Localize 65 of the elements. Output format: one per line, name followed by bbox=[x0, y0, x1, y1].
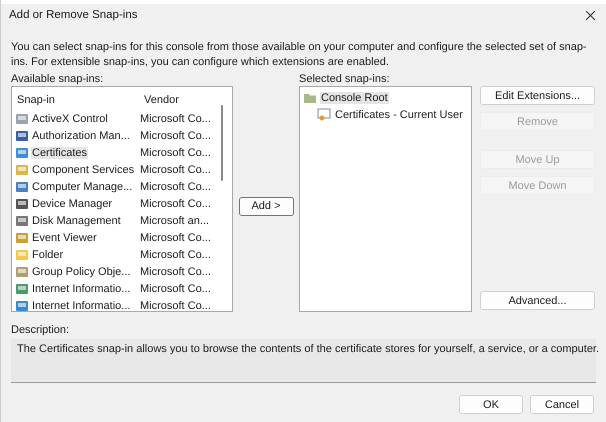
snap-in-name: Event Viewer bbox=[31, 232, 98, 244]
advanced-button[interactable]: Advanced... bbox=[480, 291, 595, 310]
side-button[interactable]: Edit Extensions... bbox=[480, 86, 595, 105]
vendor-cell-text: Microsoft Co... bbox=[140, 164, 212, 176]
snap-in-icon bbox=[15, 180, 29, 194]
snap-in-row[interactable]: Group Policy Obje... Microsoft Co... bbox=[15, 263, 232, 280]
snap-in-icon bbox=[15, 230, 29, 244]
snap-in-icon bbox=[15, 264, 29, 278]
vendor-cell-text: Microsoft Co... bbox=[140, 232, 212, 244]
snap-in-name: Internet Informatio... bbox=[31, 282, 132, 294]
snap-in-row[interactable]: Computer Manage... Microsoft Co... bbox=[15, 178, 232, 195]
vendor-cell-text: Microsoft Co... bbox=[140, 180, 212, 192]
vendor-cell-text: Microsoft Co... bbox=[140, 266, 212, 278]
snap-in-row[interactable]: ActiveX Control Microsoft Co... bbox=[15, 110, 232, 127]
snap-in-name: Group Policy Obje... bbox=[31, 266, 132, 278]
snap-in-row[interactable]: Device Manager Microsoft Co... bbox=[15, 195, 232, 212]
description-label: Description: bbox=[11, 323, 70, 337]
snap-in-row[interactable]: Authorization Man... Microsoft Co... bbox=[15, 127, 232, 144]
intro-text: You can select snap-ins for this console from those available on your computer and configure the selected set of snap-ins. For extensible snap-ins, you can configure which extensions are enabled. bbox=[11, 40, 588, 70]
snap-in-row[interactable]: Internet Informatio... Microsoft Co... bbox=[15, 297, 232, 311]
window-title: Add or Remove Snap-ins bbox=[9, 9, 138, 21]
snap-in-row[interactable]: Certificates Microsoft Co... bbox=[15, 144, 232, 161]
snap-in-row[interactable]: Internet Informatio... Microsoft Co... bbox=[15, 280, 232, 297]
column-header[interactable]: Vendor bbox=[142, 94, 224, 106]
close-icon[interactable] bbox=[585, 10, 596, 20]
snap-in-icon bbox=[15, 196, 29, 210]
ok-button[interactable]: OK bbox=[459, 395, 523, 414]
add-button[interactable]: Add > bbox=[238, 196, 294, 216]
snap-in-icon bbox=[15, 112, 29, 126]
snap-in-name: Internet Informatio... bbox=[31, 300, 132, 311]
snap-in-row[interactable]: Component Services Microsoft Co... bbox=[15, 161, 232, 178]
cancel-button[interactable]: Cancel bbox=[530, 395, 594, 414]
snap-in-name: Certificates bbox=[31, 146, 88, 158]
tree-item[interactable]: Certificates - Current User bbox=[334, 108, 464, 120]
column-header[interactable]: Snap-in bbox=[15, 94, 142, 106]
snap-in-row[interactable]: Event Viewer Microsoft Co... bbox=[15, 229, 232, 246]
description-text: The Certificates snap-in allows you to browse the contents of the certificate stores for yourself, a service, or a computer. bbox=[11, 339, 596, 383]
tree-item[interactable]: Console Root bbox=[320, 92, 389, 104]
snap-in-name: Folder bbox=[31, 248, 64, 260]
snap-in-name: Authorization Man... bbox=[31, 130, 131, 142]
snap-in-icon bbox=[15, 146, 29, 160]
available-label: Available snap-ins: bbox=[11, 72, 104, 86]
certificate-icon bbox=[317, 108, 331, 122]
snap-in-icon bbox=[15, 248, 29, 262]
vendor-cell-text: Microsoft Co... bbox=[140, 198, 212, 210]
vendor-cell-text: Microsoft Co... bbox=[140, 300, 212, 311]
snap-in-name: Device Manager bbox=[31, 198, 114, 210]
snap-in-name: Disk Management bbox=[31, 214, 122, 226]
snap-in-icon bbox=[15, 214, 29, 228]
snap-in-row[interactable]: Disk Management Microsoft an... bbox=[15, 212, 232, 229]
snap-in-name: Component Services bbox=[31, 164, 136, 176]
scrollbar-thumb[interactable] bbox=[221, 105, 223, 181]
vendor-cell-text: Microsoft Co... bbox=[140, 282, 212, 294]
vendor-cell-text: Microsoft Co... bbox=[140, 248, 212, 260]
snap-in-icon bbox=[15, 162, 29, 176]
vendor-cell-text: Microsoft Co... bbox=[140, 112, 212, 124]
selected-label: Selected snap-ins: bbox=[299, 72, 390, 86]
vendor-cell-text: Microsoft Co... bbox=[140, 130, 212, 142]
vendor-cell-text: Microsoft Co... bbox=[140, 146, 212, 158]
snap-in-icon bbox=[15, 128, 29, 142]
vendor-cell-text: Microsoft an... bbox=[140, 214, 210, 226]
snap-in-icon bbox=[15, 282, 29, 296]
snap-in-row[interactable]: Folder Microsoft Co... bbox=[15, 246, 232, 263]
snap-in-name: Computer Manage... bbox=[31, 180, 134, 192]
snap-in-name: ActiveX Control bbox=[31, 112, 109, 124]
